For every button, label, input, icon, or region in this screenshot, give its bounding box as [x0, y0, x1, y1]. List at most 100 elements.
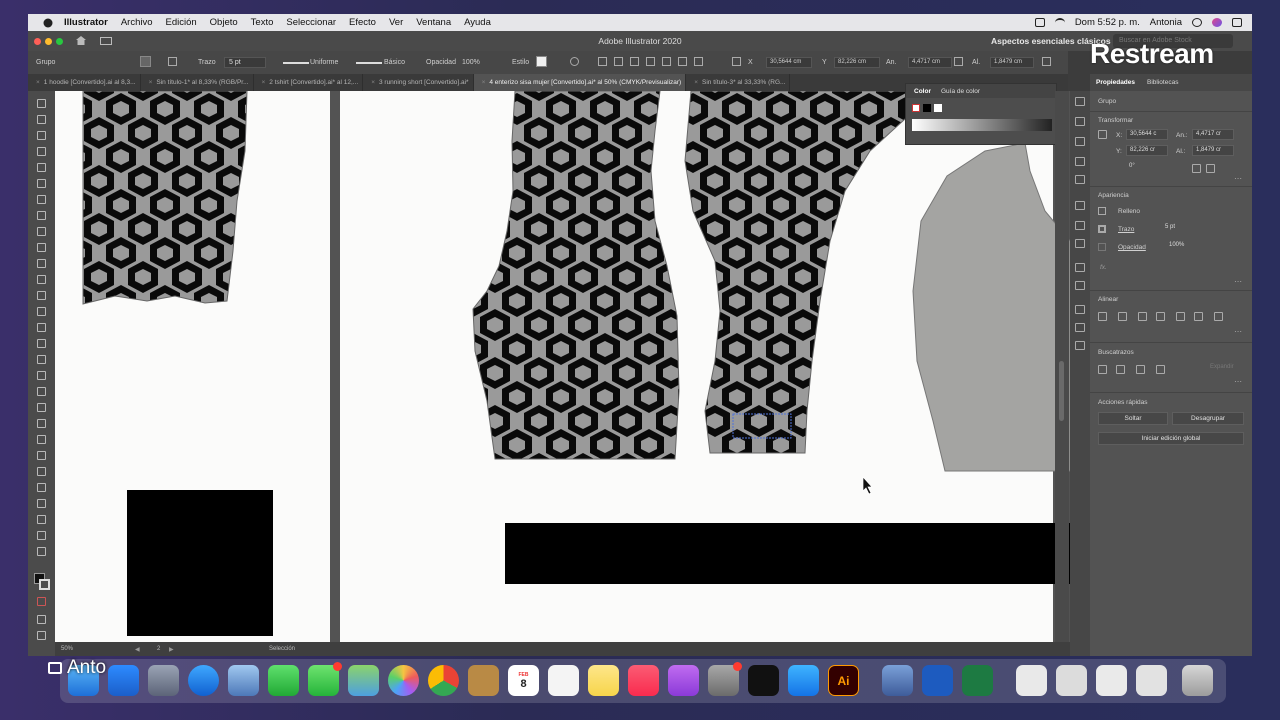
eraser-tool-icon[interactable]	[37, 291, 46, 300]
black-square[interactable]	[127, 490, 273, 636]
release-button[interactable]: Soltar	[1098, 412, 1168, 425]
close-tab-icon[interactable]: ×	[149, 79, 153, 86]
stroke-swatch-icon[interactable]	[168, 57, 177, 66]
transform-w-field[interactable]: 4,4717 cr	[1192, 129, 1234, 140]
ungroup-button[interactable]: Desagrupar	[1172, 412, 1244, 425]
menu-ayuda[interactable]: Ayuda	[464, 17, 491, 28]
none-swatch-icon[interactable]	[912, 104, 920, 112]
screenshot-thumb-icon[interactable]	[882, 665, 913, 696]
trash-icon[interactable]	[1182, 665, 1213, 696]
zoom-tool-icon[interactable]	[37, 547, 46, 556]
word-icon[interactable]	[922, 665, 953, 696]
close-tab-icon[interactable]: ×	[36, 79, 40, 86]
shaper-tool-icon[interactable]	[37, 259, 46, 268]
menu-app-name[interactable]: Illustrator	[64, 17, 108, 28]
width-field[interactable]: 4,4717 cm	[908, 57, 952, 68]
control-center-icon[interactable]	[1232, 18, 1242, 27]
white-swatch[interactable]	[934, 104, 942, 112]
direct-selection-tool-icon[interactable]	[37, 115, 46, 124]
spotlight-search-icon[interactable]	[1192, 18, 1202, 27]
photos-icon[interactable]	[388, 665, 419, 696]
system-preferences-icon[interactable]	[708, 662, 742, 696]
stroke-swatch-icon[interactable]	[1098, 225, 1106, 233]
links-panel-icon[interactable]	[1075, 341, 1085, 350]
vertical-scrollbar[interactable]	[1055, 91, 1069, 642]
reference-point-icon[interactable]	[1098, 130, 1107, 139]
start-global-edit-button[interactable]: Iniciar edición global	[1098, 432, 1244, 445]
menu-ver[interactable]: Ver	[389, 17, 403, 28]
more-options-icon[interactable]: ⋯	[1234, 277, 1242, 286]
black-swatch[interactable]	[923, 104, 931, 112]
pattern-piece-right[interactable]	[684, 91, 933, 454]
pathfinder-unite-icon[interactable]	[1098, 365, 1107, 374]
podcasts-icon[interactable]	[668, 665, 699, 696]
menu-objeto[interactable]: Objeto	[210, 17, 238, 28]
none-color-icon[interactable]	[37, 597, 46, 606]
transform-reference-icon[interactable]	[732, 57, 741, 66]
tab-color-guide[interactable]: Guía de color	[941, 88, 980, 95]
drawing-mode-icon[interactable]	[37, 615, 46, 624]
tab-tshirt[interactable]: × 2 tshirt [Convertido].ai* al 12,...	[254, 74, 364, 91]
gradient-panel-icon[interactable]	[1075, 221, 1085, 230]
stroke-panel-icon[interactable]	[1075, 201, 1085, 210]
recent-document-icon[interactable]	[1136, 665, 1167, 696]
brushes-panel-icon[interactable]	[1075, 157, 1085, 166]
appearance-panel-icon[interactable]	[1075, 263, 1085, 272]
flip-horizontal-icon[interactable]	[1192, 164, 1201, 173]
menu-archivo[interactable]: Archivo	[121, 17, 153, 28]
align-bottom-icon[interactable]	[1214, 312, 1223, 321]
flip-vertical-icon[interactable]	[1206, 164, 1215, 173]
symbol-sprayer-tool-icon[interactable]	[37, 467, 46, 476]
tab-enterizo[interactable]: × 4 enterizo sisa mujer [Convertido].ai* …	[473, 74, 687, 91]
tab-hoodie[interactable]: × 1 hoodie [Convertido].ai al 8,3...	[28, 74, 141, 91]
y-position-field[interactable]: 82,226 cm	[834, 57, 880, 68]
messages-icon[interactable]	[308, 662, 342, 696]
pathfinder-minus-front-icon[interactable]	[1116, 365, 1125, 374]
width-tool-icon[interactable]	[37, 339, 46, 348]
facetime-icon[interactable]	[268, 665, 299, 696]
maps-icon[interactable]	[348, 665, 379, 696]
canvas[interactable]	[55, 91, 1070, 642]
recolor-artwork-icon[interactable]	[570, 57, 579, 66]
illustrator-icon[interactable]: Ai	[828, 665, 859, 696]
tab-sin-titulo-1[interactable]: × Sin título-1* al 8,33% (RGB/Pr...	[141, 74, 254, 91]
more-options-icon[interactable]: ⋯	[1234, 377, 1242, 386]
stroke-label[interactable]: Trazo	[198, 59, 216, 66]
menu-ventana[interactable]: Ventana	[416, 17, 451, 28]
stroke-weight-field[interactable]: 5 pt	[224, 57, 266, 68]
x-position-field[interactable]: 30,5644 cm	[766, 57, 812, 68]
notes-icon[interactable]	[588, 665, 619, 696]
recent-document-icon[interactable]	[1096, 665, 1127, 696]
artboard-number[interactable]: 2	[157, 646, 160, 652]
contacts-icon[interactable]	[468, 665, 499, 696]
transform-options-icon[interactable]	[1042, 57, 1051, 66]
brush-select[interactable]: Básico	[384, 59, 405, 66]
align-vcenter-icon[interactable]	[1194, 312, 1203, 321]
recent-document-icon[interactable]	[1016, 665, 1047, 696]
pen-tool-icon[interactable]	[37, 163, 46, 172]
chrome-icon[interactable]	[428, 665, 459, 696]
tab-sin-titulo-3[interactable]: × Sin título-3* al 33,33% (RG...	[686, 74, 791, 91]
constrain-proportions-icon[interactable]	[1238, 138, 1247, 147]
stroke-profile-select[interactable]: Uniforme	[310, 59, 338, 66]
column-graph-tool-icon[interactable]	[37, 483, 46, 492]
magic-wand-tool-icon[interactable]	[37, 131, 46, 140]
rotate-angle-field[interactable]: 0°	[1126, 162, 1156, 173]
grey-shape-right[interactable]	[912, 142, 1070, 472]
fill-swatch[interactable]	[140, 56, 151, 67]
libraries-panel-icon[interactable]	[1075, 137, 1085, 146]
layers-stack-icon[interactable]	[1075, 305, 1085, 314]
stroke-weight-field[interactable]: 5 pt	[1162, 223, 1202, 234]
selection-tool-icon[interactable]	[37, 99, 46, 108]
free-transform-tool-icon[interactable]	[37, 355, 46, 364]
excel-icon[interactable]	[962, 665, 993, 696]
paintbrush-tool-icon[interactable]	[37, 243, 46, 252]
opacity-label[interactable]: Opacidad	[1118, 244, 1146, 251]
align-hcenter-icon[interactable]	[1138, 312, 1147, 321]
align-left-icon[interactable]	[598, 57, 607, 66]
zoom-level[interactable]: 50%	[61, 646, 73, 652]
transparency-panel-icon[interactable]	[1075, 239, 1085, 248]
screen-mode-icon[interactable]	[37, 631, 46, 640]
wifi-icon[interactable]	[1054, 18, 1065, 27]
artboards-panel-icon[interactable]	[1075, 323, 1085, 332]
